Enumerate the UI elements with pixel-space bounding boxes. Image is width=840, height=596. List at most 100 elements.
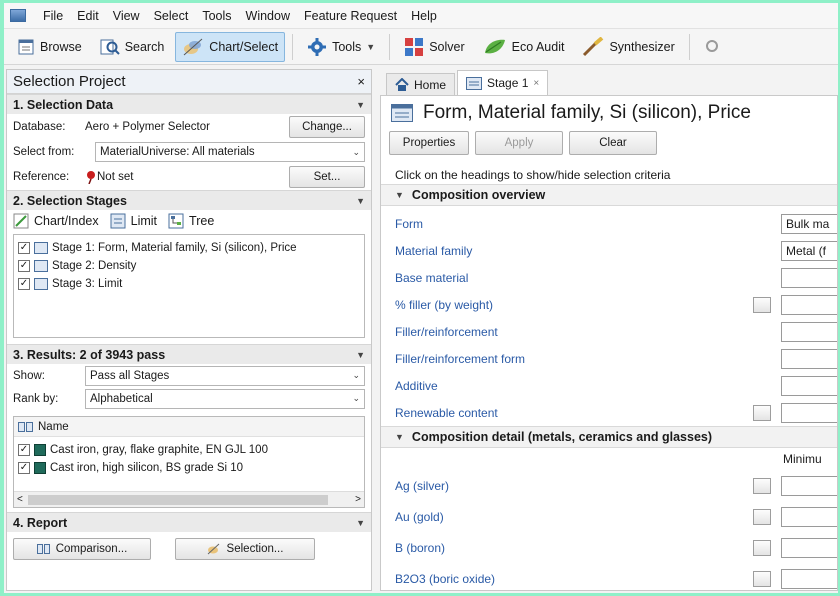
menu-file[interactable]: File bbox=[36, 9, 70, 23]
menu-window[interactable]: Window bbox=[239, 9, 297, 23]
element-label-b-boron[interactable]: B (boron) bbox=[381, 541, 445, 555]
report-header[interactable]: 4. Report ▼ bbox=[7, 512, 371, 532]
comparison-button[interactable]: Comparison... bbox=[13, 538, 151, 560]
composition-detail-header[interactable]: ▼ Composition detail (metals, ceramics a… bbox=[381, 426, 837, 448]
rank-dropdown[interactable]: Alphabetical ⌄ bbox=[85, 388, 365, 409]
list-item[interactable]: ✓ Stage 2: Density bbox=[14, 257, 364, 275]
search-button[interactable]: Search bbox=[93, 32, 172, 62]
chart-index-button[interactable]: Chart/Index bbox=[34, 214, 99, 228]
change-button[interactable]: Change... bbox=[289, 116, 365, 138]
element-label-ag-silver[interactable]: Ag (silver) bbox=[381, 479, 449, 493]
menu-bar: File Edit View Select Tools Window Featu… bbox=[4, 3, 838, 29]
chevron-down-icon: ⌄ bbox=[352, 146, 360, 157]
property-value-field[interactable] bbox=[781, 375, 837, 396]
menu-tools[interactable]: Tools bbox=[195, 9, 238, 23]
menu-help[interactable]: Help bbox=[404, 9, 444, 23]
minimum-value-field[interactable] bbox=[781, 506, 837, 527]
chart-picker-icon[interactable] bbox=[753, 570, 771, 587]
collapse-icon: ▼ bbox=[356, 195, 365, 206]
selection-button[interactable]: Selection... bbox=[175, 538, 315, 560]
limit-stage-icon bbox=[391, 104, 413, 122]
scroll-right-icon[interactable]: > bbox=[355, 494, 361, 505]
solver-icon bbox=[405, 37, 424, 56]
element-label-au-gold[interactable]: Au (gold) bbox=[381, 510, 444, 524]
property-value-field[interactable]: Bulk ma bbox=[781, 213, 837, 234]
stage-1-label: Stage 1: Form, Material family, Si (sili… bbox=[52, 242, 297, 254]
property-value-field[interactable] bbox=[781, 294, 837, 315]
properties-button[interactable]: Properties bbox=[389, 131, 469, 155]
composition-overview-header[interactable]: ▼ Composition overview bbox=[381, 184, 837, 206]
stage-3-checkbox[interactable]: ✓ bbox=[18, 278, 30, 290]
property-value-field[interactable]: Metal (f bbox=[781, 240, 837, 261]
eco-audit-button[interactable]: Eco Audit bbox=[476, 32, 572, 62]
property-value-field[interactable] bbox=[781, 348, 837, 369]
result-2-checkbox[interactable]: ✓ bbox=[18, 462, 30, 474]
property-row: B2O3 (boric oxide) bbox=[381, 563, 837, 590]
menu-view[interactable]: View bbox=[106, 9, 147, 23]
solver-button[interactable]: Solver bbox=[397, 32, 471, 62]
results-header[interactable]: 3. Results: 2 of 3943 pass ▼ bbox=[7, 344, 371, 364]
chart-select-button[interactable]: Chart/Select bbox=[175, 31, 286, 62]
clear-button[interactable]: Clear bbox=[569, 131, 657, 155]
panel-close-icon[interactable]: × bbox=[357, 74, 365, 89]
selection-stages-title: 2. Selection Stages bbox=[13, 193, 127, 208]
app-icon bbox=[10, 9, 26, 22]
list-item[interactable]: ✓ Stage 3: Limit bbox=[14, 275, 364, 293]
select-from-dropdown[interactable]: MaterialUniverse: All materials ⌄ bbox=[95, 142, 365, 162]
property-value-field[interactable] bbox=[781, 321, 837, 342]
limit-button[interactable]: Limit bbox=[131, 214, 157, 228]
chart-select-icon bbox=[183, 38, 203, 55]
synthesizer-button[interactable]: Synthesizer bbox=[575, 32, 681, 62]
chart-picker-icon[interactable] bbox=[753, 477, 771, 494]
property-label-additive[interactable]: Additive bbox=[381, 379, 438, 393]
selection-data-header[interactable]: 1. Selection Data ▼ bbox=[7, 94, 371, 114]
stage-1-checkbox[interactable]: ✓ bbox=[18, 242, 30, 254]
show-dropdown[interactable]: Pass all Stages ⌄ bbox=[85, 365, 365, 386]
property-label-filler-reinforcement-form[interactable]: Filler/reinforcement form bbox=[381, 352, 525, 366]
chart-picker-icon[interactable] bbox=[753, 404, 771, 421]
property-row: % filler (by weight) bbox=[381, 291, 837, 318]
property-value-field[interactable] bbox=[781, 402, 837, 423]
property-label-filler-reinforcement[interactable]: Filler/reinforcement bbox=[381, 325, 498, 339]
browse-button[interactable]: Browse bbox=[10, 32, 89, 62]
property-label-form[interactable]: Form bbox=[381, 217, 423, 231]
scrollbar-thumb[interactable] bbox=[28, 494, 328, 505]
result-1-checkbox[interactable]: ✓ bbox=[18, 444, 30, 456]
minimum-value-field[interactable] bbox=[781, 475, 837, 496]
list-item[interactable]: ✓ Stage 1: Form, Material family, Si (si… bbox=[14, 239, 364, 257]
chart-picker-icon[interactable] bbox=[753, 296, 771, 313]
tab-home[interactable]: Home bbox=[386, 73, 456, 95]
chart-picker-icon[interactable] bbox=[753, 539, 771, 556]
apply-button[interactable]: Apply bbox=[475, 131, 563, 155]
horizontal-scrollbar[interactable]: < > bbox=[14, 491, 364, 507]
more-tools-button[interactable] bbox=[697, 32, 729, 62]
property-label-filler-by-weight[interactable]: % filler (by weight) bbox=[381, 298, 493, 312]
element-label-b2o3-boric-oxide[interactable]: B2O3 (boric oxide) bbox=[381, 572, 495, 586]
property-row: B (boron) bbox=[381, 532, 837, 563]
menu-edit[interactable]: Edit bbox=[70, 9, 106, 23]
stage-2-checkbox[interactable]: ✓ bbox=[18, 260, 30, 272]
show-value: Pass all Stages bbox=[90, 369, 170, 382]
tab-stage-1[interactable]: Stage 1 × bbox=[457, 70, 549, 95]
property-label-material-family[interactable]: Material family bbox=[381, 244, 472, 258]
composition-detail-title: Composition detail (metals, ceramics and… bbox=[411, 430, 713, 444]
table-row[interactable]: ✓ Cast iron, high silicon, BS grade Si 1… bbox=[14, 459, 364, 477]
scroll-left-icon[interactable]: < bbox=[17, 494, 23, 505]
menu-select[interactable]: Select bbox=[147, 9, 196, 23]
browse-icon bbox=[18, 39, 34, 54]
tab-close-icon[interactable]: × bbox=[533, 78, 539, 89]
app-window: File Edit View Select Tools Window Featu… bbox=[4, 3, 838, 593]
property-label-base-material[interactable]: Base material bbox=[381, 271, 468, 285]
table-row[interactable]: ✓ Cast iron, gray, flake graphite, EN GJ… bbox=[14, 441, 364, 459]
set-button[interactable]: Set... bbox=[289, 166, 365, 188]
selection-stages-header[interactable]: 2. Selection Stages ▼ bbox=[7, 190, 371, 210]
property-label-renewable-content[interactable]: Renewable content bbox=[381, 406, 498, 420]
minimum-value-field[interactable] bbox=[781, 568, 837, 589]
tools-button[interactable]: Tools ▼ bbox=[300, 32, 382, 62]
property-value-field[interactable] bbox=[781, 267, 837, 288]
menu-feature-request[interactable]: Feature Request bbox=[297, 9, 404, 23]
chart-picker-icon[interactable] bbox=[753, 508, 771, 525]
name-column-header[interactable]: Name bbox=[38, 421, 69, 433]
tree-button[interactable]: Tree bbox=[189, 214, 214, 228]
minimum-value-field[interactable] bbox=[781, 537, 837, 558]
